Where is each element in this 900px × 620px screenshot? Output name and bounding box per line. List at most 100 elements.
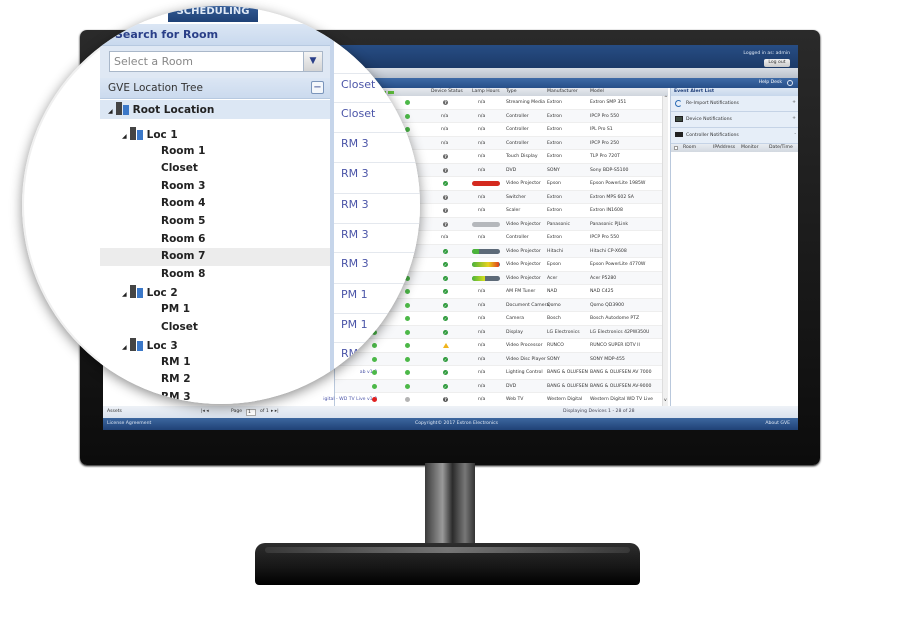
page-input[interactable]: 1 [246,408,256,416]
device-model: LG Electronics 42PW350U [590,329,650,335]
controller-icon [675,132,683,137]
room-link[interactable]: Closet [341,78,375,91]
tree-node-label: Loc 1 [146,129,178,141]
col-lamp-hours[interactable]: Lamp Hours [472,89,500,95]
device-type: Document Camera [506,302,550,308]
row-divider [334,132,420,133]
refresh-icon [675,100,682,107]
collapse-tree-button[interactable]: − [311,81,324,94]
alert-item-label: Controller Notifications [686,133,739,138]
device-model: BANG & OLUFSEN AV 7000 [590,370,652,375]
expand-icon[interactable]: + [792,100,796,106]
status-unknown-icon: ? [443,167,448,173]
device-type: Video Projector [506,275,541,281]
room-link[interactable]: C [341,20,349,33]
row-divider [334,193,420,194]
device-type: Switcher [506,194,526,200]
lamp-hours: n/a [478,343,486,348]
room-link[interactable]: RM 3 [341,257,369,270]
about-link[interactable]: About GVE [765,421,790,427]
tree-node-label: Room 8 [161,267,206,280]
room-link[interactable]: Closet [341,107,375,120]
expand-arrow-icon[interactable]: ◢ [122,344,127,351]
settings-icon[interactable] [787,80,793,86]
page-label: Page [231,409,243,414]
building-icon [115,102,133,116]
logout-button[interactable]: Log out [764,59,790,67]
tree-node-location[interactable]: ◢ Root Location [100,100,330,119]
alert-item-reimport[interactable]: Re-Import Notifications + [671,96,798,112]
tree-node-label: RM 2 [161,373,191,386]
building-icon [129,285,147,299]
scroll-up-icon[interactable]: ^ [664,96,668,102]
device-model: IPL Pro S1 [590,127,613,132]
room-link[interactable]: PM 1 [341,288,368,301]
status-ok-icon: ✓ [443,316,448,321]
select-all-checkbox[interactable] [674,146,678,150]
col-room[interactable]: Room [683,145,696,151]
col-model[interactable]: Model [590,89,604,95]
displaying-devices: Displaying Devices 1 - 28 of 28 [563,409,635,414]
chevron-down-icon[interactable]: ▼ [303,52,322,71]
table-scrollbar[interactable]: ^ v [662,96,668,406]
device-model: Western Digital WD TV Live [590,397,653,402]
expand-icon[interactable]: + [792,116,796,122]
pager-next-last[interactable]: ▸ ▸| [271,409,279,415]
device-model: Extron SMP 351 [590,100,627,105]
expand-arrow-icon[interactable]: ◢ [108,108,113,115]
status-unknown-icon: ? [443,154,448,159]
copyright: Copyright© 2017 Extron Electronics [415,421,499,426]
room-link[interactable]: RM 3 [341,198,369,211]
lamp-hours-bar [472,221,500,227]
tab-scheduling[interactable]: SCHEDULING [168,6,258,22]
tree-node-label: Room 4 [161,197,206,210]
pager-first-prev[interactable]: |◂ ◂ [201,409,209,415]
col-device-status[interactable]: Device Status [431,89,463,95]
device-icon [675,116,683,122]
logged-in-label: Logged in as: admin [743,51,790,56]
lamp-hours: n/a [478,383,486,389]
lamp-hours: n/a [478,302,486,308]
room-link[interactable]: RM [341,347,358,360]
collapse-icon[interactable]: - [794,132,796,138]
alert-item-controller[interactable]: Controller Notifications - [671,128,798,144]
help-desk-link[interactable]: Help Desk [759,80,782,86]
device-manufacturer: Epson [547,181,561,186]
status-unknown-icon: ? [443,397,448,402]
room-link[interactable]: RM 3 [341,137,369,150]
col-type[interactable]: Type [506,89,517,95]
col-manufacturer[interactable]: Manufacturer [547,89,578,95]
app-footer: License Agreement Copyright© 2017 Extron… [103,418,798,430]
tree-node-room[interactable]: Room 7 [100,248,330,267]
room-link[interactable]: PM 1 [341,318,368,331]
scroll-down-icon[interactable]: v [664,399,667,404]
device-manufacturer: Extron [547,100,562,105]
tree-node-label: Room 3 [161,179,206,192]
device-manufacturer: Epson [547,262,561,267]
col-ipaddress[interactable]: IPAddress [713,145,735,151]
lamp-hours: n/a [478,397,486,402]
building-icon [129,338,147,352]
col-datetime[interactable]: Date/Time [769,145,793,151]
license-link[interactable]: License Agreement [107,421,151,427]
device-model: Hitachi CP-X608 [590,248,627,254]
room-link[interactable]: RM 3 [341,167,369,180]
room-select[interactable]: Select a Room ▼ [109,51,323,72]
tree-node-label: Closet [161,162,198,175]
device-status: n/a [441,127,449,132]
alert-item-device[interactable]: Device Notifications + [671,112,798,128]
alert-item-label: Device Notifications [686,117,732,122]
device-model: Qomo QD3900 [590,302,625,308]
col-monitor[interactable]: Monitor [741,145,758,151]
expand-arrow-icon[interactable]: ◢ [122,291,127,298]
row-divider [334,342,420,343]
device-manufacturer: NAD [547,289,558,294]
assets-select[interactable]: Assets [107,409,122,415]
room-link[interactable]: RM 3 [341,228,369,241]
lamp-hours-bar [472,262,500,267]
lamp-hours: n/a [478,208,486,213]
expand-arrow-icon[interactable]: ◢ [122,133,127,140]
lamp-hours: n/a [478,356,486,362]
device-manufacturer: Extron [547,127,562,132]
device-type: Video Disc Player [506,356,546,362]
